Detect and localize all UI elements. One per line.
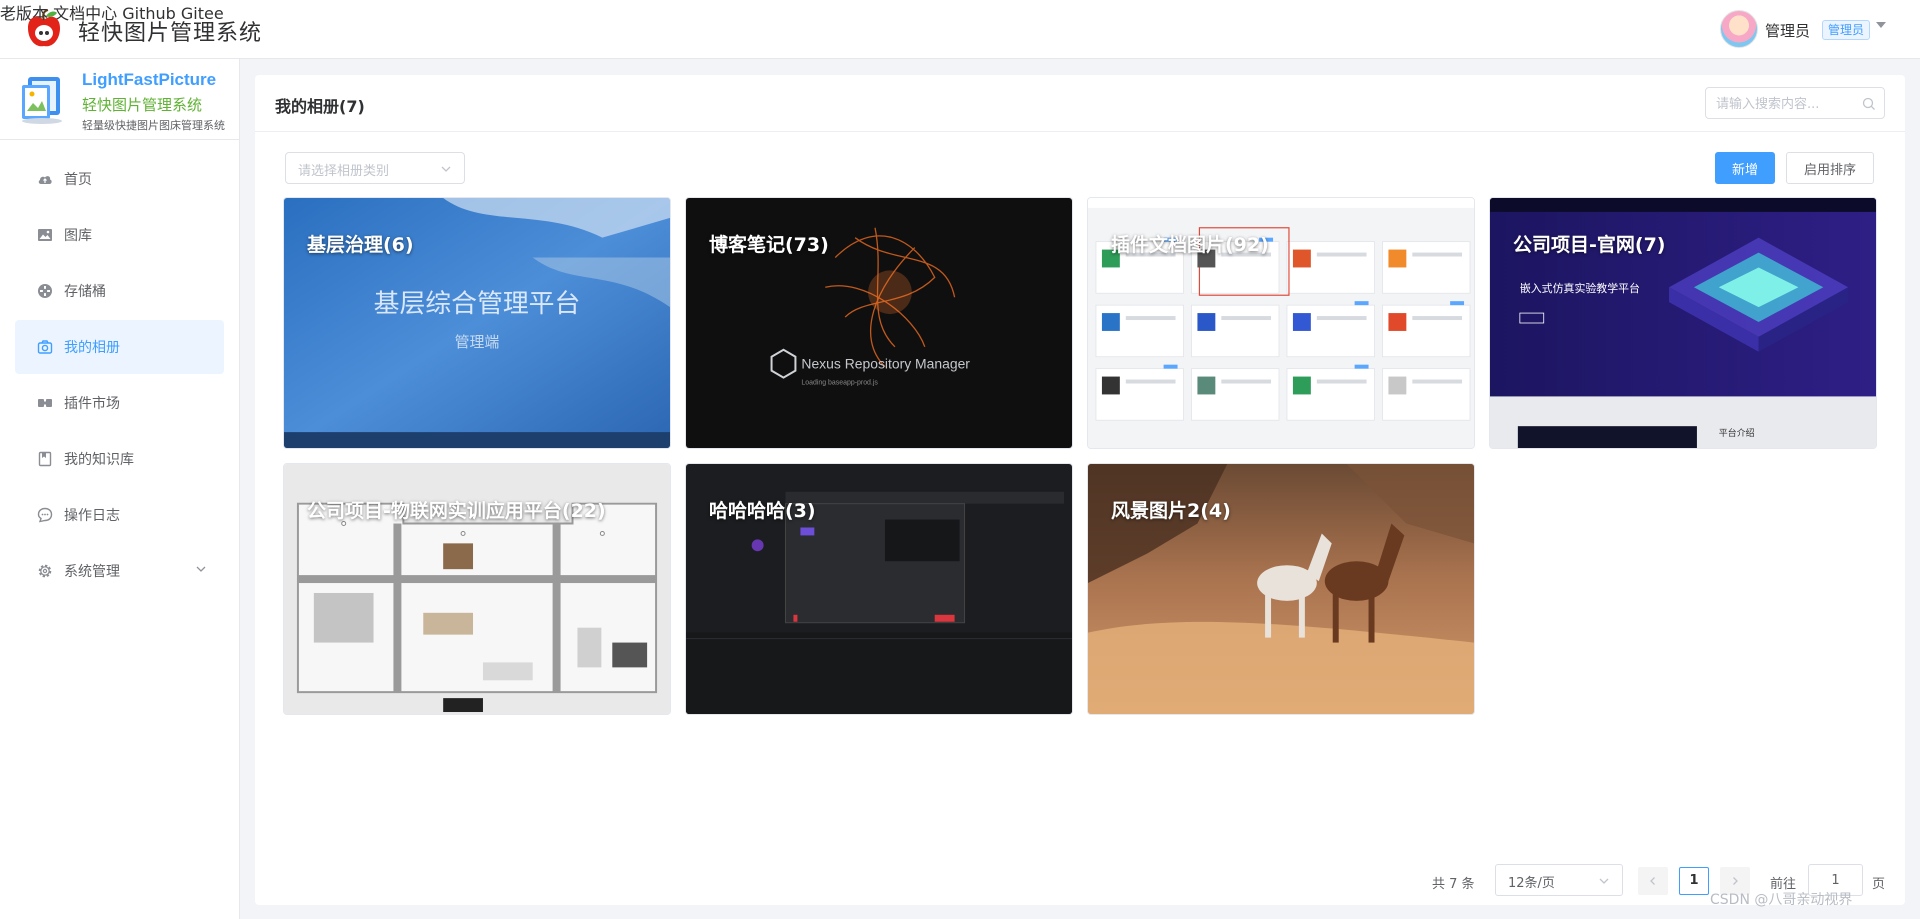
sidebar-item-logs[interactable]: 操作日志 [15, 488, 224, 542]
apple-logo-icon[interactable] [24, 8, 64, 50]
enable-sort-button[interactable]: 启用排序 [1786, 152, 1874, 184]
top-bar: 轻快图片管理系统 老版本 文档中心 Github Gitee 管理员 管理员 [0, 0, 1920, 59]
sidebar-item-knowledge[interactable]: 我的知识库 [15, 432, 224, 486]
chevron-down-icon [441, 166, 451, 172]
brand-subtitle: 轻量级快捷图片图床管理系统 [82, 119, 225, 132]
add-album-button[interactable]: 新增 [1715, 152, 1775, 184]
sidebar-item-gallery[interactable]: 图库 [15, 208, 224, 262]
album-title: 博客笔记(73) [709, 234, 829, 256]
gear-icon [38, 564, 52, 578]
album-card[interactable]: 哈哈哈哈(3) [685, 463, 1073, 715]
album-card[interactable]: 公司项目-物联网实训应用平台(22) [283, 463, 671, 715]
sidebar-item-home[interactable]: 首页 [15, 152, 224, 206]
chevron-down-icon[interactable] [195, 563, 207, 575]
category-placeholder: 请选择相册类别 [298, 164, 390, 179]
search-box[interactable] [1705, 87, 1885, 119]
sidebar-item-label: 系统管理 [64, 564, 120, 580]
cloud-icon [38, 176, 52, 184]
sidebar-item-bucket[interactable]: 存储桶 [15, 264, 224, 318]
sidebar-item-label: 首页 [64, 172, 92, 188]
album-title: 公司项目-物联网实训应用平台(22) [307, 500, 606, 522]
pagination: 共 7 条 12条/页 1 前往 页 [255, 864, 1905, 905]
album-title: 公司项目-官网(7) [1513, 234, 1666, 256]
chevron-left-icon [1650, 876, 1655, 885]
page-title: 我的相册(7) [275, 97, 365, 116]
sidebar-item-label: 操作日志 [64, 508, 120, 524]
sidebar-item-system[interactable]: 系统管理 [15, 544, 224, 598]
app-logo-icon [22, 77, 62, 124]
plugin-icon [38, 399, 52, 407]
page-size-select[interactable]: 12条/页 [1495, 864, 1623, 896]
camera-icon [37, 340, 53, 354]
sidebar-item-albums[interactable]: 我的相册 [15, 320, 224, 374]
brand-cn: 轻快图片管理系统 [82, 96, 203, 114]
watermark: CSDN @八哥亲动视界 [1710, 892, 1853, 908]
cover-subtext: 管理端 [455, 333, 500, 351]
category-select[interactable]: 请选择相册类别 [285, 152, 465, 184]
search-icon[interactable] [1862, 97, 1876, 111]
sidebar-item-label: 我的相册 [64, 340, 120, 356]
cover-subtext: 平台介绍 [1719, 427, 1755, 439]
notebook-icon [38, 451, 52, 467]
cover-subtext: Loading baseapp-prod.js [801, 380, 878, 387]
image-icon [38, 229, 52, 241]
album-card[interactable]: 插件文档图片(92) [1087, 197, 1475, 449]
album-title: 哈哈哈哈(3) [709, 500, 816, 522]
user-role-badge: 管理员 [1822, 20, 1871, 40]
sidebar-item-label: 插件市场 [64, 396, 120, 412]
sidebar: LightFastPicture 轻快图片管理系统 轻量级快捷图片图床管理系统 … [0, 59, 240, 919]
sidebar-item-label: 存储桶 [64, 284, 106, 300]
sidebar-brand: LightFastPicture 轻快图片管理系统 轻量级快捷图片图床管理系统 [0, 59, 240, 140]
prev-page-button[interactable] [1638, 867, 1668, 895]
app-title: 轻快图片管理系统 [78, 21, 263, 46]
cover-text: 基层综合管理平台 [374, 289, 581, 319]
album-card[interactable]: 风景图片2(4) [1087, 463, 1475, 715]
chevron-right-icon [1733, 876, 1738, 885]
page-number-current[interactable]: 1 [1679, 867, 1709, 895]
album-title: 插件文档图片(92) [1111, 234, 1269, 256]
chevron-down-icon [1599, 878, 1609, 884]
caret-down-icon[interactable] [1876, 22, 1886, 28]
sidebar-item-label: 我的知识库 [64, 452, 134, 468]
album-card[interactable]: Nexus Repository Manager Loading baseapp… [685, 197, 1073, 449]
sidebar-item-plugins[interactable]: 插件市场 [15, 376, 224, 430]
pagination-total: 共 7 条 [1432, 877, 1475, 892]
cover-text: 嵌入式仿真实验教学平台 [1520, 281, 1640, 295]
cover-text: Nexus Repository Manager [801, 356, 970, 372]
album-title: 风景图片2(4) [1111, 500, 1231, 522]
chat-icon [37, 507, 53, 523]
page-size-value: 12条/页 [1508, 876, 1555, 891]
albums-panel: 我的相册(7) 请选择相册类别 新增 启用排序 基层综合管理平台 管理端 基层治… [255, 75, 1905, 905]
panel-header: 我的相册(7) [255, 75, 1905, 132]
album-card[interactable]: 嵌入式仿真实验教学平台 平台介绍 公司项目-官网(7) [1489, 197, 1877, 449]
avatar[interactable] [1720, 10, 1758, 48]
search-input[interactable] [1716, 94, 1856, 114]
brand-en: LightFastPicture [82, 70, 217, 89]
bucket-icon [38, 284, 52, 298]
page-suffix: 页 [1872, 877, 1886, 892]
album-title: 基层治理(6) [307, 234, 414, 256]
album-card[interactable]: 基层综合管理平台 管理端 基层治理(6) [283, 197, 671, 449]
user-name[interactable]: 管理员 [1765, 20, 1810, 41]
sidebar-item-label: 图库 [64, 228, 92, 244]
